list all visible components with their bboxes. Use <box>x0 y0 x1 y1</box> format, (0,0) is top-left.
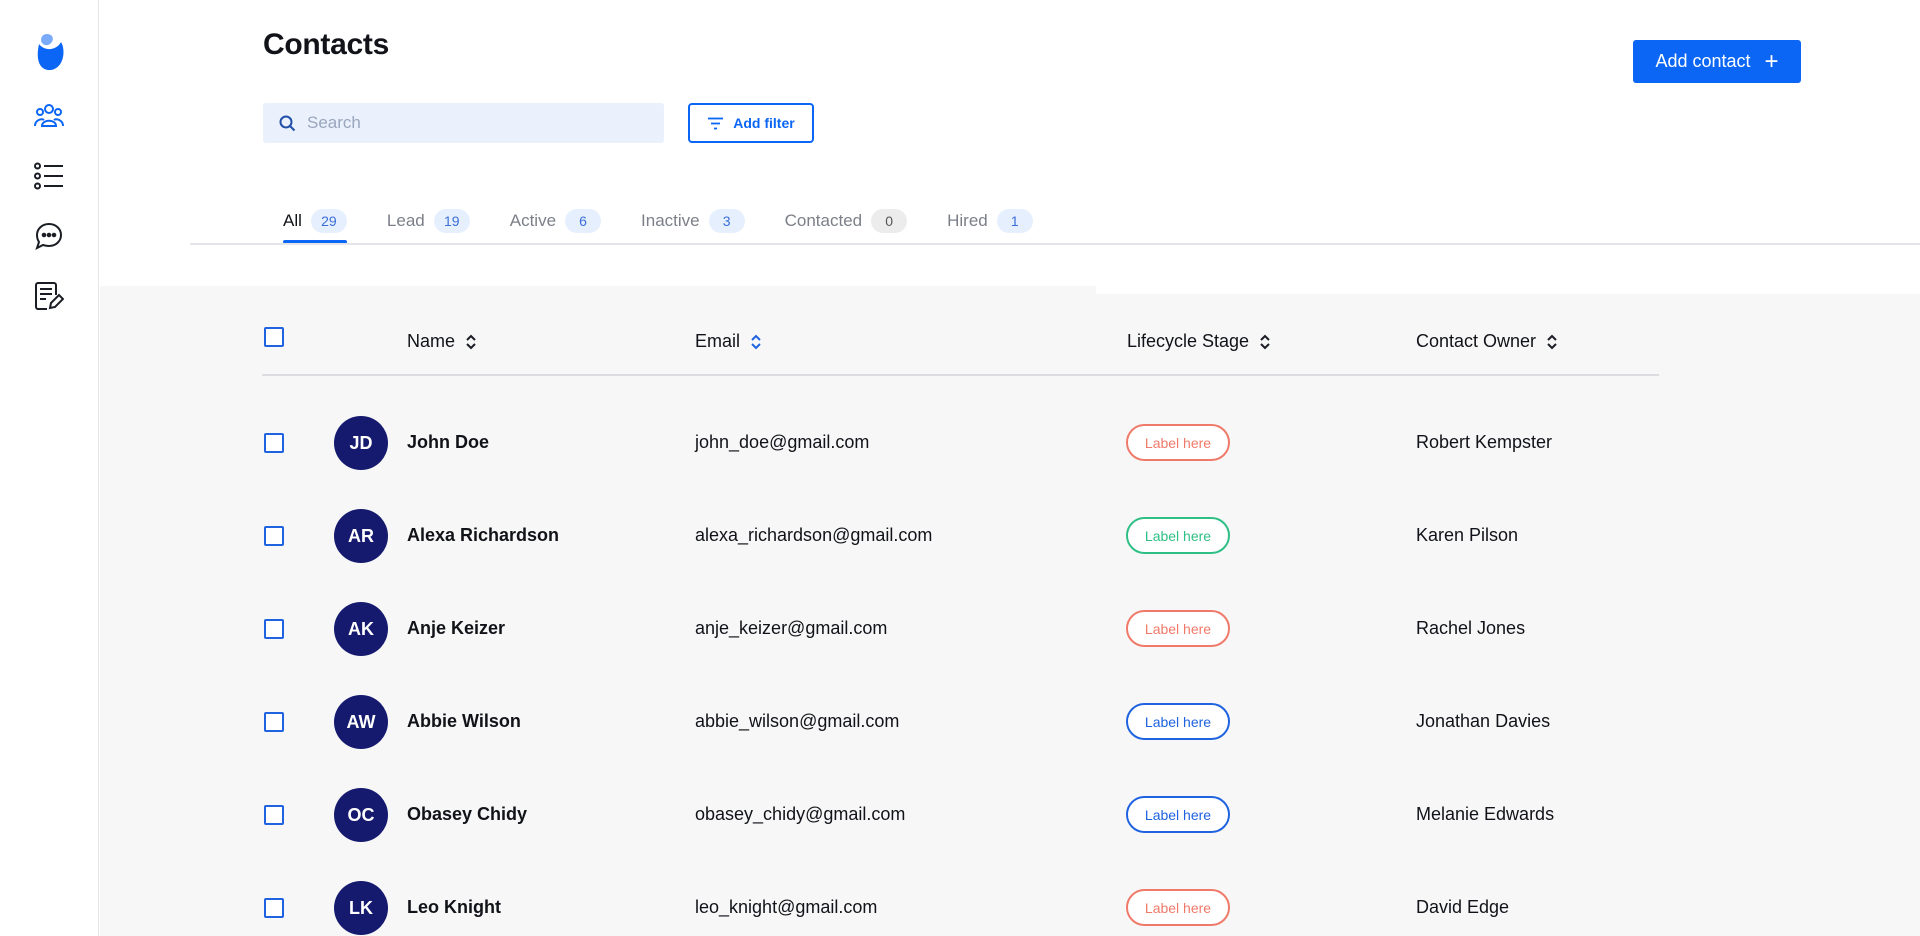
search-input[interactable] <box>307 113 647 133</box>
tab-active[interactable]: Active 6 <box>509 206 602 236</box>
tab-label: Hired <box>947 211 988 230</box>
column-header-lifecycle-stage[interactable]: Lifecycle Stage <box>1127 331 1271 352</box>
lifecycle-stage-badge[interactable]: Label here <box>1126 889 1230 926</box>
contact-owner: Robert Kempster <box>1416 432 1553 452</box>
contact-name[interactable]: Abbie Wilson <box>407 711 521 732</box>
contact-name[interactable]: Obasey Chidy <box>407 804 527 825</box>
search-box[interactable] <box>263 103 664 143</box>
notes-edit-icon <box>35 282 64 310</box>
sidebar-item-notes[interactable] <box>30 277 68 315</box>
contact-owner: Jonathan Davies <box>1416 711 1551 731</box>
row-checkbox[interactable] <box>264 898 284 918</box>
row-checkbox[interactable] <box>264 619 284 639</box>
add-contact-button[interactable]: Add contact + <box>1633 40 1801 83</box>
tab-hired[interactable]: Hired 1 <box>947 206 1033 236</box>
tabs-divider <box>190 243 1920 245</box>
contact-owner: David Edge <box>1416 897 1510 917</box>
logo-icon <box>37 34 64 71</box>
contact-email: anje_keizer@gmail.com <box>695 618 888 638</box>
tab-all[interactable]: All 29 <box>283 206 347 244</box>
avatar: OC <box>334 788 388 842</box>
sort-icon <box>1260 334 1270 349</box>
tab-count-badge: 19 <box>433 209 470 233</box>
contact-name[interactable]: Alexa Richardson <box>407 525 559 546</box>
column-header-name-label: Name <box>407 331 456 351</box>
tab-label: Contacted <box>784 211 863 230</box>
add-contact-label: Add contact <box>1655 51 1751 71</box>
lifecycle-stage-badge[interactable]: Label here <box>1126 703 1230 740</box>
contact-name[interactable]: Leo Knight <box>407 897 501 918</box>
table-header-divider <box>262 374 1659 376</box>
lifecycle-stage-badge[interactable]: Label here <box>1126 424 1230 461</box>
tab-label: Lead <box>386 211 425 230</box>
lifecycle-stage-badge[interactable]: Label here <box>1126 517 1230 554</box>
sidebar-item-contacts[interactable] <box>30 97 68 135</box>
sort-icon <box>466 334 476 349</box>
tab-bar: All 29 Lead 19 Active 6 Inactive 3 Contacted 0 Hir… <box>283 206 1073 244</box>
page-title: Contacts <box>263 28 389 61</box>
column-header-stage-label: Lifecycle Stage <box>1127 331 1250 351</box>
tab-count-badge: 0 <box>871 209 908 233</box>
table-row[interactable]: LK Leo Knight leo_knight@gmail.com Label he… <box>0 862 1920 936</box>
column-header-name[interactable]: Name <box>407 331 477 352</box>
contact-email: alexa_richardson@gmail.com <box>695 525 933 545</box>
contact-name[interactable]: Anje Keizer <box>407 618 505 639</box>
sidebar-item-messages[interactable] <box>30 217 68 255</box>
add-filter-button[interactable]: Add filter <box>688 103 814 143</box>
table-row[interactable]: AW Abbie Wilson abbie_wilson@gmail.com Labe… <box>0 676 1920 769</box>
sidebar-item-list[interactable] <box>30 157 68 195</box>
avatar: LK <box>334 881 388 935</box>
row-checkbox[interactable] <box>264 526 284 546</box>
people-group-icon <box>34 104 64 127</box>
sort-icon <box>1547 334 1557 349</box>
tab-label: Inactive <box>641 211 700 230</box>
tab-inactive[interactable]: Inactive 3 <box>641 206 745 236</box>
table-area-edge <box>1096 286 1920 294</box>
tab-count-badge: 6 <box>565 209 602 233</box>
tab-count-badge: 29 <box>310 209 347 233</box>
column-header-email[interactable]: Email <box>695 331 762 352</box>
contact-email: obasey_chidy@gmail.com <box>695 804 906 824</box>
contact-email: john_doe@gmail.com <box>695 432 870 452</box>
contact-email: abbie_wilson@gmail.com <box>695 711 900 731</box>
filter-icon <box>708 117 724 129</box>
tab-lead[interactable]: Lead 19 <box>387 206 470 236</box>
tab-contacted[interactable]: Contacted 0 <box>785 206 908 236</box>
avatar: JD <box>334 416 388 470</box>
column-header-email-label: Email <box>695 331 741 351</box>
add-filter-label: Add filter <box>733 115 795 131</box>
table-row[interactable]: OC Obasey Chidy obasey_chidy@gmail.com Labe… <box>0 769 1920 862</box>
avatar: AR <box>334 509 388 563</box>
avatar: AW <box>334 695 388 749</box>
column-header-owner-label: Contact Owner <box>1416 331 1537 351</box>
lifecycle-stage-badge[interactable]: Label here <box>1126 610 1230 647</box>
row-checkbox[interactable] <box>264 805 284 825</box>
list-icon <box>34 162 63 190</box>
lifecycle-stage-badge[interactable]: Label here <box>1126 796 1230 833</box>
tab-label: All <box>283 211 302 230</box>
tab-count-badge: 3 <box>708 209 745 233</box>
search-icon <box>279 115 296 131</box>
chat-bubble-icon <box>35 222 63 250</box>
contact-owner: Karen Pilson <box>1416 525 1519 545</box>
contact-owner: Melanie Edwards <box>1416 804 1555 824</box>
contact-email: leo_knight@gmail.com <box>695 897 878 917</box>
sort-icon-active <box>751 334 761 349</box>
table-row[interactable]: AK Anje Keizer anje_keizer@gmail.com Label … <box>0 583 1920 676</box>
column-header-contact-owner[interactable]: Contact Owner <box>1416 331 1558 352</box>
contact-name[interactable]: John Doe <box>407 432 489 453</box>
select-all-checkbox[interactable] <box>264 327 284 347</box>
contact-owner: Rachel Jones <box>1416 618 1526 638</box>
avatar: AK <box>334 602 388 656</box>
table-row[interactable]: JD John Doe john_doe@gmail.com Label here Ro… <box>0 397 1920 490</box>
row-checkbox[interactable] <box>264 433 284 453</box>
tab-label: Active <box>509 211 557 230</box>
table-row[interactable]: AR Alexa Richardson alexa_richardson@gmail… <box>0 490 1920 583</box>
row-checkbox[interactable] <box>264 712 284 732</box>
plus-icon: + <box>1764 47 1779 75</box>
tab-count-badge: 1 <box>996 209 1033 233</box>
